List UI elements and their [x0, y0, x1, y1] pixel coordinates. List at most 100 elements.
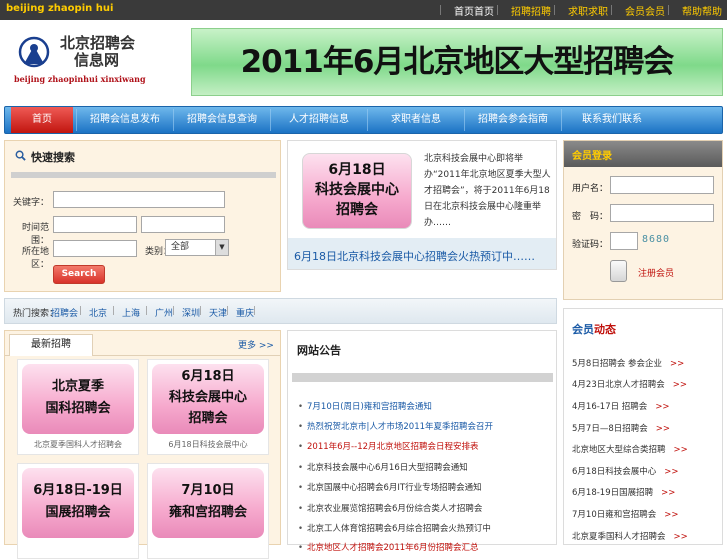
featured-news-link[interactable]: 6月18日北京科技会展中心招聘会火热预订中…… [288, 238, 556, 269]
fair-card[interactable]: 6月18日 科技会展中心 招聘会 6月18日科技会展中心 [147, 359, 269, 455]
login-title: 会员登录 [564, 141, 722, 167]
date-start-input[interactable] [53, 216, 137, 233]
notice-item[interactable]: • 北京农业展览馆招聘会6月份综合类人才招聘会 [298, 502, 482, 514]
nav-item-query[interactable]: 招聘会信息查询 [174, 107, 270, 133]
member-news-panel: 会员动态 5月8日招聘会 参会企业 >> 4月23日北京人才招聘会 >> 4月16-… [563, 308, 723, 545]
nav-item-home[interactable]: 首页 [11, 107, 73, 133]
hot-link[interactable]: 深圳 [182, 306, 200, 319]
image-caption-line: 7月10日 [181, 483, 235, 498]
image-caption-line: 北京夏季 [51, 379, 104, 394]
member-news-item[interactable]: 7月10日雍和宫招聘会 >> [572, 508, 678, 520]
nav-item-publish[interactable]: 招聘会信息发布 [77, 107, 173, 133]
divider: | [79, 306, 83, 316]
divider: | [145, 306, 149, 316]
dropdown-arrow-icon: ▼ [215, 240, 228, 255]
top-link-jobseek[interactable]: 求职求职 [568, 3, 608, 18]
member-news-item[interactable]: 6月18-19日国展招聘 >> [572, 486, 675, 498]
tab-latest-fairs[interactable]: 最新招聘 [9, 334, 93, 356]
image-caption-line: 国科招聘会 [45, 401, 111, 416]
logo-title-line2: 信息网 [74, 51, 120, 69]
member-news-title: 会员动态 [572, 323, 616, 336]
divider [11, 172, 276, 178]
member-news-item[interactable]: 4月16-17日 招聘会 >> [572, 400, 670, 412]
region-input[interactable] [53, 240, 137, 257]
fair-card[interactable]: 北京夏季 国科招聘会 北京夏季国科人才招聘会 [17, 359, 139, 455]
password-input[interactable] [610, 204, 714, 222]
featured-news-summary: 北京科技会展中心即将举办“2011年北京地区夏季大型人才招聘会”，将于2011年… [424, 154, 551, 228]
fair-card-image: 7月10日 雍和宫招聘会 [152, 468, 264, 538]
member-news-item[interactable]: 北京地区大型综合类招聘 >> [572, 443, 688, 455]
member-news-item[interactable]: 5月8日招聘会 参会企业 >> [572, 357, 684, 369]
keyword-input[interactable] [53, 191, 225, 208]
member-news-item[interactable]: 北京夏季国科人才招聘会 >> [572, 530, 688, 542]
latest-fairs-panel: 最新招聘 更多 >> 北京夏季 国科招聘会 北京夏季国科人才招聘会 6月18日 … [4, 330, 281, 559]
image-caption-line: 国展招聘会 [45, 505, 111, 520]
notice-item[interactable]: • 北京地区人才招聘会2011年6月份招聘会汇总 [298, 541, 479, 553]
image-caption-line: 科技会展中心 [168, 390, 247, 405]
fair-card-caption[interactable]: 北京夏季国科人才招聘会 [18, 439, 138, 450]
member-news-item[interactable]: 5月7日—8日招聘会 >> [572, 422, 670, 434]
notice-item[interactable]: • 北京国展中心招聘会6月IT行业专场招聘会通知 [298, 481, 482, 493]
notice-item[interactable]: • 北京工人体育馆招聘会6月综合招聘会火热预订中 [298, 522, 491, 534]
hot-link[interactable]: 重庆 [236, 306, 254, 319]
featured-news-image[interactable]: 6月18日 科技会展中心 招聘会 [302, 153, 412, 229]
fair-card-image: 6月18日-19日 国展招聘会 [22, 468, 134, 538]
divider [497, 5, 498, 15]
nav-item-jobs[interactable]: 人才招聘信息 [271, 107, 367, 133]
fair-card-image: 北京夏季 国科招聘会 [22, 364, 134, 434]
logo-english: beijing zhaopinhui xinxiwang [14, 74, 146, 84]
search-title: 快速搜索 [31, 151, 75, 164]
username-input[interactable] [610, 176, 714, 194]
top-link-home[interactable]: 首页首页 [454, 3, 494, 18]
hot-search-bar: 热门搜索： 招聘会 | 北京 | 上海 | 广州 | 深圳 | 天津 | 重庆 … [4, 298, 557, 324]
region-label: 所在地区： [21, 247, 49, 270]
image-caption-line: 6月18日 [328, 162, 386, 178]
captcha-input[interactable] [610, 232, 638, 250]
site-logo[interactable]: 北京招聘会 信息网 beijing zhaopinhui xinxiwang [14, 32, 164, 92]
logo-emblem-icon [18, 36, 50, 68]
date-end-input[interactable] [141, 216, 225, 233]
password-label: 密 码： [572, 212, 609, 222]
notice-item[interactable]: • 热烈祝贺北京市|人才市场2011年夏季招聘会召开 [298, 420, 493, 432]
category-select[interactable]: 全部 ▼ [165, 239, 229, 256]
nav-item-guide[interactable]: 招聘会参会指南 [465, 107, 561, 133]
register-link[interactable]: 注册会员 [638, 266, 674, 279]
banner-text: 2011年6月北京地区大型招聘会 [240, 44, 675, 80]
captcha-label: 验证码： [572, 240, 609, 250]
hot-link[interactable]: 广州 [155, 306, 173, 319]
nav-item-seekers[interactable]: 求职者信息 [368, 107, 464, 133]
image-caption-line: 雍和宫招聘会 [168, 505, 247, 520]
notice-item[interactable]: • 北京科技会展中心6月16日大型招聘会通知 [298, 461, 468, 473]
site-name-english: beijing zhaopin hui [6, 3, 114, 14]
nav-item-contact[interactable]: 联系我们联系 [562, 107, 662, 133]
search-button[interactable]: Search [53, 265, 105, 284]
divider [611, 5, 612, 15]
top-link-member[interactable]: 会员会员 [625, 3, 665, 18]
top-link-recruit[interactable]: 招聘招聘 [511, 3, 551, 18]
divider: | [226, 306, 230, 316]
login-button[interactable] [610, 260, 627, 282]
image-caption-line: 招聘会 [336, 202, 378, 218]
hot-link[interactable]: 北京 [89, 306, 107, 319]
divider: | [199, 306, 203, 316]
hot-link[interactable]: 招聘会 [51, 306, 78, 319]
fair-card-caption[interactable]: 6月18日科技会展中心 [148, 439, 268, 450]
image-caption-line: 招聘会 [188, 411, 228, 426]
notice-item[interactable]: • 2011年6月--12月北京地区招聘会日程安排表 [298, 440, 479, 452]
more-link[interactable]: 更多 >> [238, 338, 274, 351]
divider [668, 5, 669, 15]
divider: | [172, 306, 176, 316]
member-news-item[interactable]: 4月23日北京人才招聘会 >> [572, 378, 687, 390]
top-link-help[interactable]: 帮助帮助 [682, 3, 722, 18]
divider [440, 5, 441, 15]
notice-item[interactable]: • 7月10日(周日)雍和宫招聘会通知 [298, 400, 432, 412]
captcha-image[interactable]: 8680 [642, 234, 670, 245]
hot-link[interactable]: 天津 [209, 306, 227, 319]
hot-link[interactable]: 上海 [122, 306, 140, 319]
featured-news: 6月18日 科技会展中心 招聘会 北京科技会展中心即将举办“2011年北京地区夏… [287, 140, 557, 270]
search-icon [15, 150, 26, 161]
header-banner[interactable]: 2011年6月北京地区大型招聘会 [191, 28, 723, 96]
member-news-item[interactable]: 6月18日科技会展中心 >> [572, 465, 678, 477]
site-notice-panel: 网站公告 • 7月10日(周日)雍和宫招聘会通知 • 热烈祝贺北京市|人才市场201… [287, 330, 557, 553]
divider: | [253, 306, 257, 316]
